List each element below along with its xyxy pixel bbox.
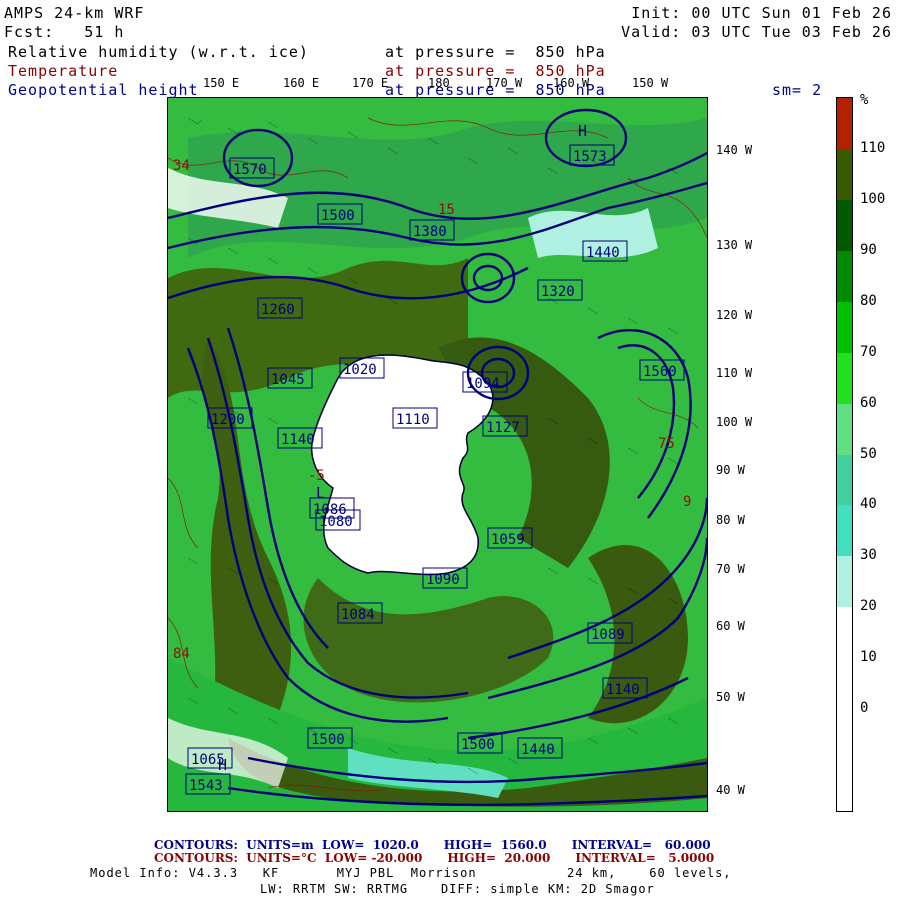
- colorbar-label: 80: [860, 292, 877, 309]
- lat-label: 100 W: [716, 415, 753, 429]
- height-label: 1059: [491, 532, 525, 548]
- lon-label: 160 E: [283, 76, 320, 90]
- colorbar-label: 0: [860, 700, 869, 717]
- field-rh-name: Relative humidity (w.r.t. ice): [8, 43, 309, 61]
- colorbar-segment: [837, 352, 852, 405]
- lat-label: 110 W: [716, 366, 753, 380]
- colorbar-label: 110: [860, 139, 886, 156]
- colorbar-label: 70: [860, 343, 877, 360]
- height-label: 1140: [606, 682, 640, 698]
- lat-label: 40 W: [716, 783, 745, 797]
- height-label: 1045: [271, 372, 305, 388]
- colorbar-label: 30: [860, 547, 877, 564]
- lon-label: 150 E: [203, 76, 240, 90]
- high-center-label: H: [578, 122, 587, 140]
- height-label: 1086: [313, 502, 347, 518]
- temperature-label: 34: [173, 158, 190, 174]
- height-label: 1084: [341, 607, 375, 623]
- lon-label: 170 E: [352, 76, 389, 90]
- colorbar-label: 10: [860, 649, 877, 666]
- smoothing-label: sm= 2: [772, 81, 823, 99]
- height-label: 1570: [233, 162, 267, 178]
- temperature-label: -5: [308, 468, 325, 484]
- lat-label: 90 W: [716, 463, 745, 477]
- colorbar-segment: [837, 199, 852, 252]
- high-center-label: H: [218, 756, 227, 774]
- temperature-label: 15: [438, 202, 455, 218]
- lat-label: 80 W: [716, 513, 745, 527]
- height-label: 1320: [541, 284, 575, 300]
- low-center-label: L: [316, 484, 325, 502]
- footer-model-info-2: LW: RRTM SW: RRTMG DIFF: simple KM: 2D S…: [260, 882, 655, 896]
- lat-label: 120 W: [716, 308, 753, 322]
- height-label: 1020: [343, 362, 377, 378]
- colorbar-segment: [837, 505, 852, 557]
- height-label: 1200: [211, 412, 245, 428]
- colorbar-label: 60: [860, 394, 877, 411]
- lat-label: 140 W: [716, 143, 753, 157]
- lon-label: 170 W: [486, 76, 523, 90]
- height-label: 1090: [426, 572, 460, 588]
- height-label: 1573: [573, 149, 607, 165]
- colorbar-label: 90: [860, 241, 877, 258]
- colorbar-unit: %: [860, 92, 869, 108]
- lon-label: 150 W: [632, 76, 669, 90]
- height-label: 1543: [189, 778, 223, 794]
- colorbar: [836, 97, 853, 812]
- colorbar-segment: [837, 301, 852, 354]
- height-label: 1089: [591, 627, 625, 643]
- height-label: 1260: [261, 302, 295, 318]
- map-graphic: 1570 1500 1440 1380 1320 1260 1200 1140 …: [168, 98, 707, 811]
- height-label: 1440: [521, 742, 555, 758]
- colorbar-label: 100: [860, 190, 886, 207]
- forecast-hour: Fcst: 51 h: [4, 23, 125, 41]
- colorbar-label: 20: [860, 598, 877, 615]
- lat-label: 50 W: [716, 690, 745, 704]
- valid-time: Valid: 03 UTC Tue 03 Feb 26: [621, 23, 892, 41]
- height-label: 1110: [396, 412, 430, 428]
- height-label: 1127: [486, 420, 520, 436]
- temperature-label: 75: [658, 436, 675, 452]
- colorbar-segment: [837, 250, 852, 303]
- height-label: 1380: [413, 224, 447, 240]
- lat-label: 130 W: [716, 238, 753, 252]
- lat-label: 70 W: [716, 562, 745, 576]
- field-temp-name: Temperature: [8, 62, 119, 80]
- temperature-label: 9: [683, 494, 691, 510]
- colorbar-segment: [837, 607, 852, 659]
- temperature-label: 84: [173, 646, 190, 662]
- footer-model-info: Model Info: V4.3.3 KF MYJ PBL Morrison 2…: [90, 866, 732, 880]
- colorbar-segment: [837, 454, 852, 506]
- field-rh-level: at pressure = 850 hPa: [385, 43, 606, 61]
- colorbar-label: 40: [860, 496, 877, 513]
- footer-height-contours: CONTOURS: UNITS=m LOW= 1020.0 HIGH= 1560…: [154, 838, 711, 852]
- init-time: Init: 00 UTC Sun 01 Feb 26: [631, 4, 892, 22]
- footer-temp-contours: CONTOURS: UNITS=°C LOW= -20.000 HIGH= 20…: [154, 851, 715, 865]
- colorbar-segment: [837, 556, 852, 608]
- height-label: 1440: [586, 245, 620, 261]
- height-label: 1140: [281, 432, 315, 448]
- colorbar-segment: [837, 709, 852, 761]
- lon-label: 160 W: [553, 76, 590, 90]
- height-label: 1094: [466, 376, 500, 392]
- height-label: 1500: [311, 732, 345, 748]
- colorbar-segment: [837, 98, 852, 150]
- colorbar-segment: [837, 760, 852, 812]
- weather-map: 1570 1500 1440 1380 1320 1260 1200 1140 …: [167, 97, 708, 812]
- height-label: 1500: [461, 737, 495, 753]
- lat-label: 60 W: [716, 619, 745, 633]
- height-label: 1500: [321, 208, 355, 224]
- lon-label: 180: [428, 76, 450, 90]
- model-title: AMPS 24-km WRF: [4, 4, 145, 22]
- height-label: 1560: [643, 364, 677, 380]
- colorbar-segment: [837, 403, 852, 455]
- colorbar-segment: [837, 148, 852, 201]
- colorbar-label: 50: [860, 445, 877, 462]
- colorbar-segment: [837, 658, 852, 710]
